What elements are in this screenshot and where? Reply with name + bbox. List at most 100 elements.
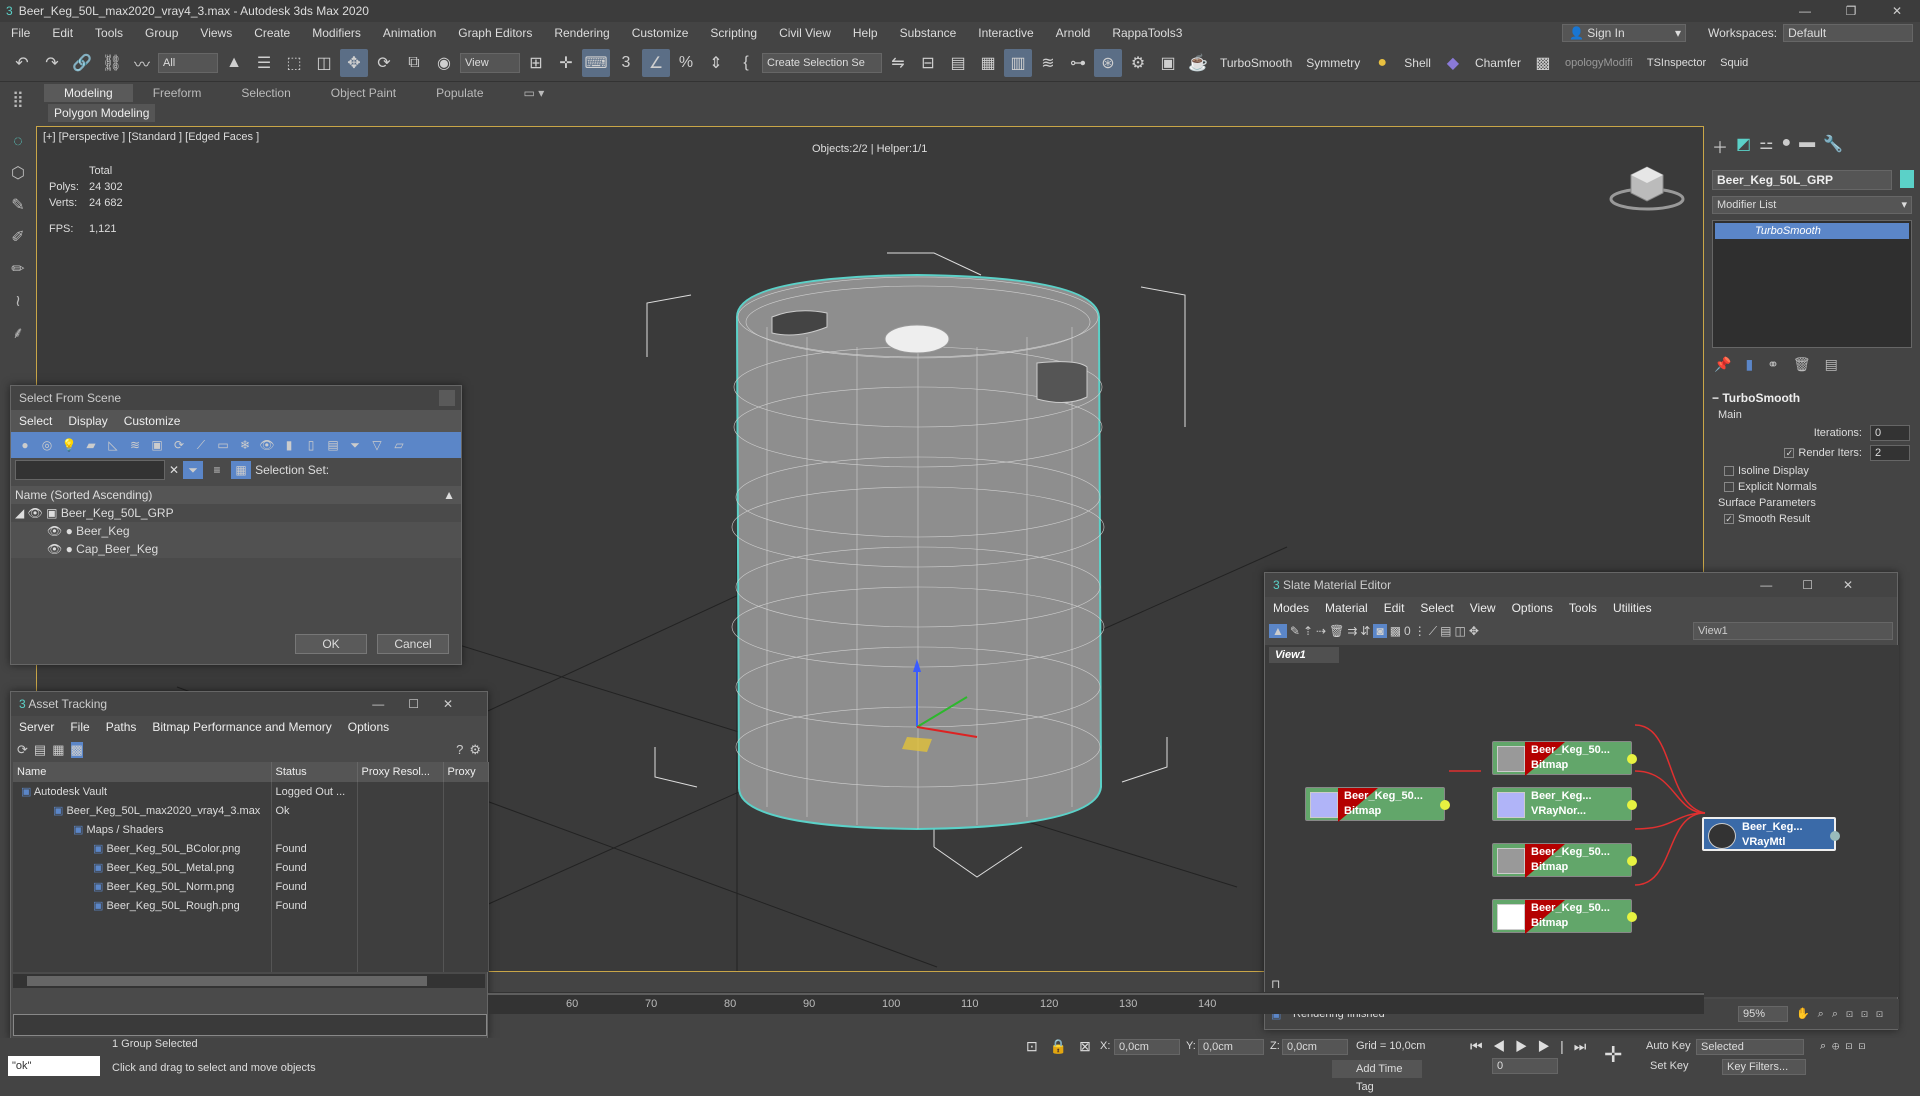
layer-explorer-icon[interactable]: ▤: [944, 49, 972, 77]
table-row[interactable]: ▣ Beer_Keg_50L_max2020_vray4_3.max Ok: [13, 801, 489, 820]
percent-snap-icon[interactable]: %: [672, 49, 700, 77]
material-editor-icon[interactable]: ⊛: [1094, 48, 1122, 77]
navigation-tools[interactable]: ✋⌕⌕⊡⊡⊡: [1796, 1007, 1891, 1021]
viewport-nav-icons[interactable]: ⌕⊕⊡⊡: [1820, 1040, 1871, 1053]
maximize-button[interactable]: ❐: [1828, 0, 1874, 22]
menu-file[interactable]: File: [62, 720, 97, 734]
remove-modifier-icon[interactable]: 🗑: [1793, 356, 1811, 373]
select-by-name-icon[interactable]: ☰: [250, 49, 278, 77]
checker-icon[interactable]: ▩: [1529, 49, 1557, 77]
list-view-icon[interactable]: ▤: [34, 742, 46, 758]
pick-material-icon[interactable]: ✎: [1290, 624, 1300, 638]
menu-utilities[interactable]: Utilities: [1605, 601, 1660, 615]
tree-row[interactable]: 👁 ● Cap_Beer_Keg: [11, 540, 461, 558]
tsinspector-button[interactable]: TSInspector: [1641, 49, 1712, 77]
shell-button[interactable]: Shell: [1398, 49, 1437, 77]
table-row[interactable]: ▣ Maps / Shaders: [13, 820, 489, 839]
key-selection-dropdown[interactable]: Selected: [1696, 1039, 1804, 1055]
maxscript-listener[interactable]: "ok": [8, 1056, 100, 1076]
bones-filter-icon[interactable]: ⟋: [191, 436, 211, 454]
layout-all-icon[interactable]: ⋮: [1414, 624, 1426, 638]
table-row[interactable]: ▣ Beer_Keg_50L_Rough.png Found: [13, 896, 489, 915]
render-iters-checkbox[interactable]: ✓: [1784, 448, 1795, 458]
add-time-tag-button[interactable]: Add Time Tag: [1332, 1060, 1422, 1093]
utilities-tab-icon[interactable]: 🔧: [1823, 134, 1843, 158]
set-key-button[interactable]: Set Key: [1650, 1060, 1689, 1072]
scene-explorer-icon[interactable]: ▥: [1004, 48, 1032, 77]
brush-icon[interactable]: ✎: [4, 192, 32, 220]
chamfer-button[interactable]: Chamfer: [1469, 49, 1527, 77]
toggle-ribbon-icon[interactable]: ▦: [974, 49, 1002, 77]
polygon-modeling-panel[interactable]: Polygon Modeling: [48, 104, 156, 122]
material-browser-icon[interactable]: ▤: [1440, 624, 1451, 638]
schematic-view-icon[interactable]: ⊶: [1064, 49, 1092, 77]
col-proxy-resolution[interactable]: Proxy Resol...: [357, 762, 444, 782]
node-bitmap[interactable]: Beer_Keg_50... Bitmap: [1492, 741, 1637, 776]
zoom-dropdown[interactable]: 95%: [1737, 1006, 1788, 1022]
menu-tools[interactable]: Tools: [1561, 601, 1605, 615]
rotate-icon[interactable]: ⟳: [370, 49, 398, 77]
containers-filter-icon[interactable]: ▭: [213, 436, 233, 454]
geometry-filter-icon[interactable]: ●: [15, 436, 35, 454]
menu-paths[interactable]: Paths: [98, 720, 145, 734]
smooth-result-checkbox[interactable]: ✓: [1724, 514, 1734, 524]
keyboard-shortcut-icon[interactable]: ⌨: [582, 48, 610, 77]
cancel-button[interactable]: Cancel: [377, 634, 449, 654]
filter-icon[interactable]: ⏷: [345, 436, 365, 454]
output-socket[interactable]: [1627, 912, 1637, 922]
menu-modes[interactable]: Modes: [1265, 601, 1317, 615]
table-row[interactable]: ▣ Beer_Keg_50L_BColor.png Found: [13, 839, 489, 858]
tab-populate[interactable]: Populate: [416, 84, 503, 102]
tab-selection[interactable]: Selection: [221, 84, 310, 102]
z-coord-field[interactable]: 0,0cm: [1282, 1039, 1348, 1055]
table-row[interactable]: ▣ Autodesk Vault Logged Out ...: [13, 782, 489, 801]
node-bitmap[interactable]: Beer_Keg_50... Bitmap: [1305, 787, 1450, 822]
select-by-material-icon[interactable]: ✥: [1469, 624, 1479, 638]
search-input[interactable]: [15, 460, 165, 480]
rendered-frame-icon[interactable]: ▣: [1154, 49, 1182, 77]
node-vraymtl[interactable]: Beer_Keg... VRayMtl: [1702, 817, 1840, 851]
spacewarps-filter-icon[interactable]: ≋: [125, 436, 145, 454]
visibility-icon[interactable]: 👁: [28, 506, 43, 520]
polygon-icon[interactable]: ⬡: [4, 160, 32, 188]
snaps-toggle-icon[interactable]: 3: [612, 49, 640, 77]
show-end-result-icon[interactable]: ▮: [1745, 356, 1753, 373]
assign-material-icon[interactable]: ⇢: [1316, 624, 1326, 638]
menu-edit[interactable]: Edit: [1376, 601, 1413, 615]
show-map-icon[interactable]: ◙: [1373, 624, 1387, 638]
layers-icon[interactable]: ≡: [207, 461, 227, 479]
menu-display[interactable]: Display: [60, 414, 115, 428]
groups-filter-icon[interactable]: ▣: [147, 436, 167, 454]
help-icon[interactable]: ?: [456, 742, 463, 758]
refresh-icon[interactable]: ⟳: [17, 742, 28, 758]
topology-modifier-button[interactable]: opologyModifi: [1559, 49, 1639, 77]
node-bitmap[interactable]: Beer_Keg_50... Bitmap: [1492, 899, 1637, 934]
place-icon[interactable]: ◉: [430, 49, 458, 77]
view-dropdown[interactable]: View1: [1693, 622, 1893, 640]
tab-modeling[interactable]: Modeling: [44, 84, 133, 102]
invert-display-icon[interactable]: ▤: [323, 436, 343, 454]
cameras-filter-icon[interactable]: ▰: [81, 436, 101, 454]
display-none-icon[interactable]: ▯: [301, 436, 321, 454]
y-coord-field[interactable]: 0,0cm: [1198, 1039, 1264, 1055]
configure-sets-icon[interactable]: ▤: [1825, 356, 1838, 373]
select-tool-icon[interactable]: ◌: [4, 128, 32, 156]
table-row[interactable]: ▣ Beer_Keg_50L_Norm.png Found: [13, 877, 489, 896]
selection-set-icon[interactable]: ▦: [231, 461, 252, 479]
layout-children-icon[interactable]: ⟋: [1429, 624, 1437, 639]
turbosmooth-rollout[interactable]: − TurboSmooth: [1712, 391, 1912, 405]
freeform-icon[interactable]: ⸙: [4, 320, 32, 348]
window-crossing-icon[interactable]: ◫: [310, 49, 338, 77]
lights-filter-icon[interactable]: 💡: [59, 436, 79, 454]
paint-icon[interactable]: ✐: [4, 224, 32, 252]
render-setup-icon[interactable]: ⚙: [1124, 49, 1152, 77]
clear-search-icon[interactable]: ✕: [169, 463, 179, 477]
material-id-icon[interactable]: 0: [1404, 624, 1411, 638]
menu-bitmap-performance[interactable]: Bitmap Performance and Memory: [144, 720, 339, 734]
parameter-editor-icon[interactable]: ◫: [1454, 624, 1465, 638]
menu-help[interactable]: Help: [842, 22, 889, 44]
pivot-center-icon[interactable]: ⊞: [522, 49, 550, 77]
symmetry-button[interactable]: Symmetry: [1300, 49, 1366, 77]
shell-icon[interactable]: ●: [1368, 49, 1396, 77]
menu-modifiers[interactable]: Modifiers: [301, 22, 372, 44]
